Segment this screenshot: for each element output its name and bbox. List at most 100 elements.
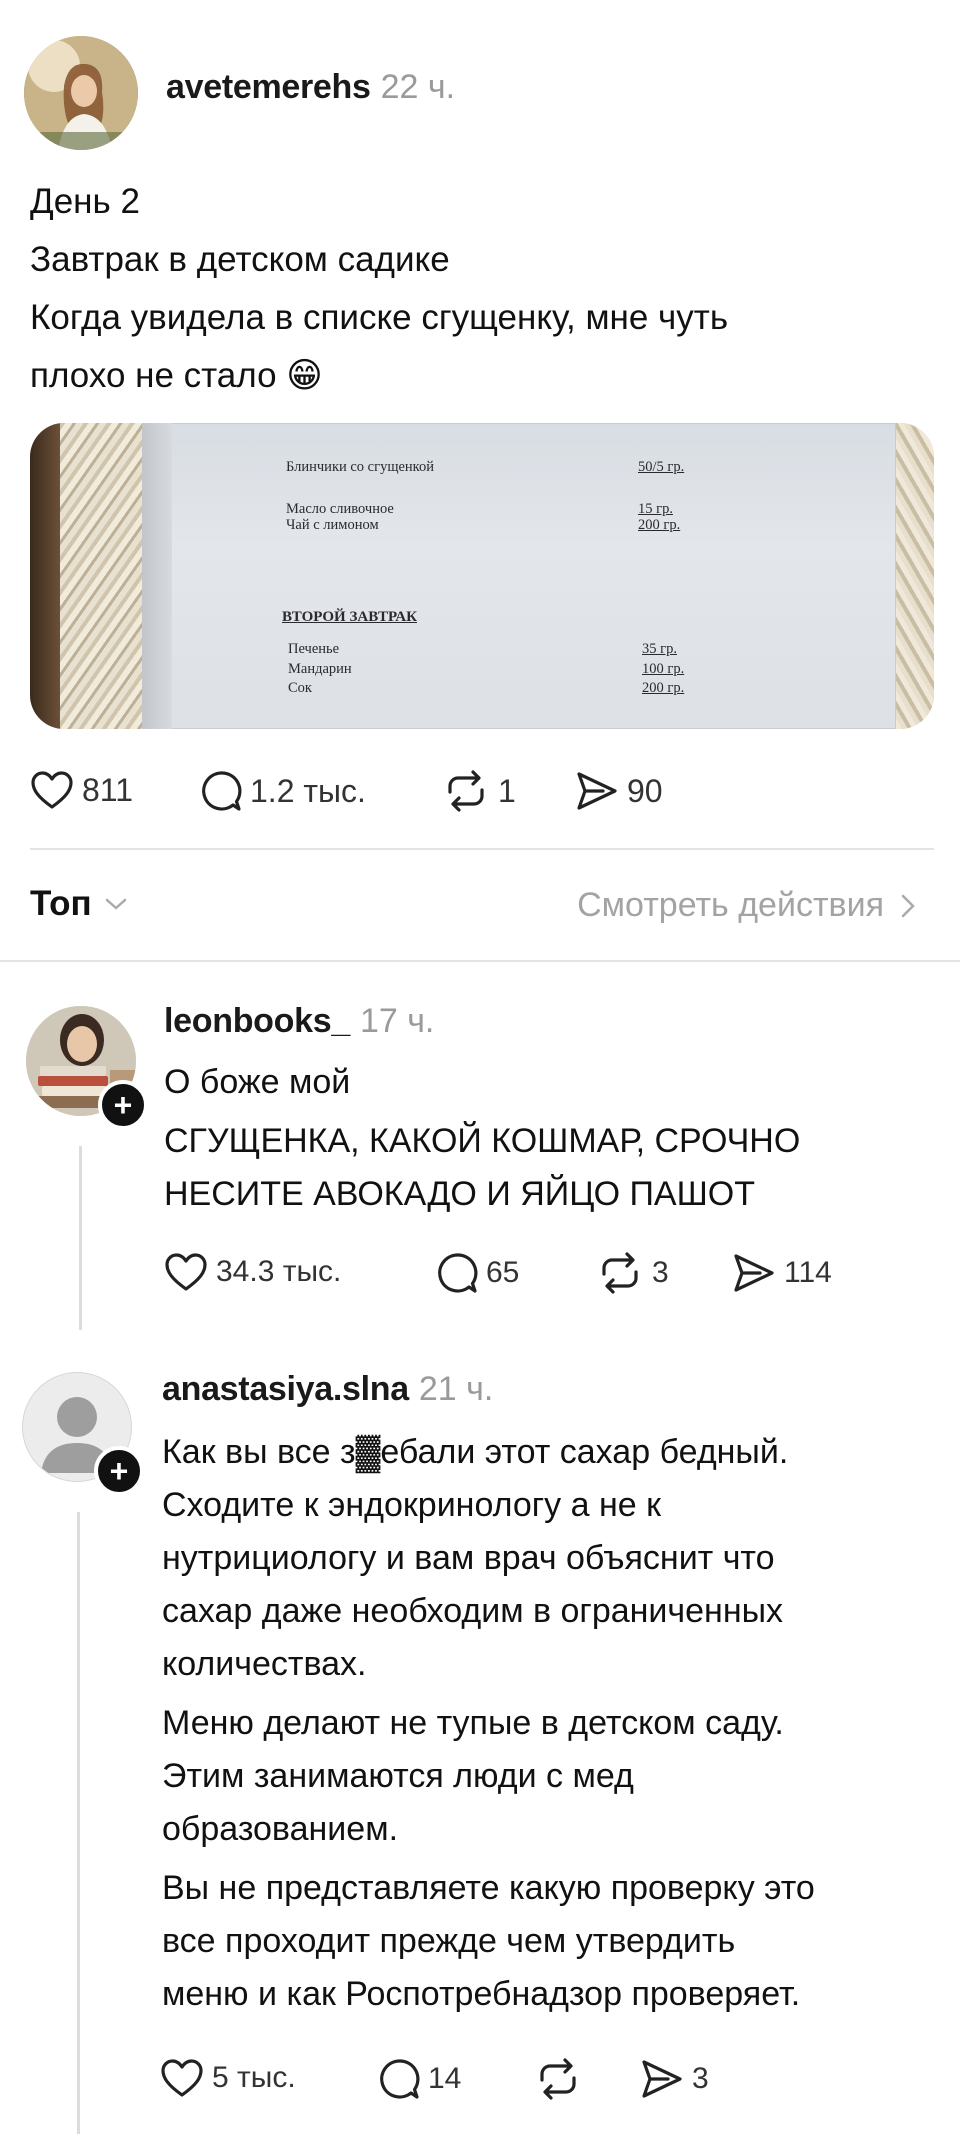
heart-icon: [165, 1253, 207, 1291]
avatar-photo-icon: [24, 36, 138, 150]
post-text-line: Завтрак в детском садике: [30, 240, 450, 279]
share-button[interactable]: 114: [732, 1252, 832, 1294]
comment-line: НЕСИТЕ АВОКАДО И ЯЙЦО ПАШОТ: [164, 1175, 755, 1213]
repost-count: 1: [498, 772, 516, 809]
post-text-line: плохо не стало 😁: [30, 356, 323, 395]
divider: [30, 848, 934, 850]
thread-line: [77, 1512, 80, 2134]
follow-plus-button[interactable]: +: [94, 1446, 144, 1496]
thread-line: [79, 1146, 82, 1330]
comment-actions: 34.3 тыс. 65 3 114: [164, 1248, 944, 1304]
sort-dropdown[interactable]: Топ: [30, 884, 128, 924]
menu-amount: 50/5 гр.: [638, 459, 685, 475]
repost-button[interactable]: 3: [596, 1252, 669, 1294]
like-button[interactable]: 811: [30, 770, 133, 810]
menu-item: Мандарин: [288, 661, 352, 677]
comment-line: меню и как Роспотребнадзор проверяет.: [162, 1975, 801, 2013]
post-text-line: Когда увидела в списке сгущенку, мне чут…: [30, 298, 729, 337]
chevron-right-icon: [901, 894, 915, 917]
comment-icon: [380, 2059, 420, 2099]
comment-username[interactable]: anastasiya.slna: [162, 1370, 409, 1408]
repost-button[interactable]: 1: [442, 770, 516, 812]
repost-count: 3: [652, 1256, 669, 1289]
like-button[interactable]: 5 тыс.: [160, 2058, 296, 2098]
repost-icon: [540, 2058, 576, 2100]
share-count: 114: [784, 1256, 832, 1289]
comment-header: leonbooks_ 17 ч.: [164, 1002, 434, 1041]
post-username[interactable]: avetemerehs: [166, 68, 371, 106]
like-count: 5 тыс.: [212, 2061, 296, 2094]
comment-line: образованием.: [162, 1810, 399, 1848]
plus-icon: +: [113, 1087, 133, 1123]
share-icon: [642, 2060, 682, 2098]
share-button[interactable]: 3: [640, 2058, 709, 2100]
menu-item: Чай с лимоном: [286, 517, 379, 533]
sheet-fold: [142, 423, 172, 729]
comment-time: 17 ч.: [359, 1002, 435, 1040]
comment-line: Как вы все з▓ебали этот сахар бедный.: [162, 1433, 789, 1471]
post-text-line: День 2: [30, 182, 140, 221]
post-text: День 2 Завтрак в детском садике Когда ув…: [30, 173, 930, 405]
comment-button[interactable]: 1.2 тыс.: [200, 770, 366, 812]
see-actions-link[interactable]: Смотреть действия: [577, 886, 916, 925]
comment-actions: 5 тыс. 14 3: [160, 2054, 940, 2110]
like-button[interactable]: 34.3 тыс.: [164, 1252, 341, 1292]
chevron-down-icon: [105, 898, 126, 910]
comment-line: сахар даже необходим в ограниченных: [162, 1592, 784, 1630]
comment-username[interactable]: leonbooks_: [164, 1002, 350, 1040]
menu-amount: 35 гр.: [642, 641, 677, 657]
menu-section-title: ВТОРОЙ ЗАВТРАК: [282, 609, 417, 625]
post-header: avetemerehs 22 ч.: [166, 68, 455, 107]
comment-line: СГУЩЕНКА, КАКОЙ КОШМАР, СРОЧНО: [164, 1122, 801, 1160]
plus-icon: +: [109, 1453, 129, 1489]
comment-line: Вы не представляете какую проверку это: [162, 1869, 815, 1907]
sort-label: Топ: [30, 884, 92, 923]
share-icon: [577, 772, 617, 810]
menu-amount: 200 гр.: [642, 680, 685, 696]
comment-line: нутрициологу и вам врач объяснит что: [162, 1539, 775, 1577]
comment-line: все проходит прежде чем утвердить: [162, 1922, 736, 1960]
comment-icon: [202, 771, 242, 811]
divider: [0, 960, 960, 962]
share-icon: [734, 1254, 774, 1292]
comment-line: количествах.: [162, 1645, 367, 1683]
follow-plus-button[interactable]: +: [98, 1080, 148, 1130]
post-image[interactable]: Блинчики со сгущенкой 50/5 гр. Масло сли…: [30, 423, 934, 729]
menu-item: Печенье: [288, 641, 340, 657]
wall-shadow-left: [30, 423, 60, 729]
like-count: 34.3 тыс.: [216, 1255, 342, 1288]
post-author-avatar[interactable]: [24, 36, 138, 150]
heart-icon: [31, 771, 73, 809]
post-time: 22 ч.: [380, 68, 456, 106]
comment-line: Меню делают не тупые в детском саду.: [162, 1704, 784, 1742]
see-actions-label: Смотреть действия: [577, 886, 884, 924]
comment-header: anastasiya.slna 21 ч.: [162, 1370, 493, 1409]
share-count: 90: [627, 772, 663, 809]
post-actions: 811 1.2 тыс. 1 90: [30, 764, 930, 820]
repost-button[interactable]: [534, 2058, 590, 2100]
comment-line: Этим занимаются люди с мед: [162, 1757, 634, 1795]
comment-line: Сходите к эндокринологу а не к: [162, 1486, 661, 1524]
menu-amount: 100 гр.: [642, 661, 685, 677]
menu-sheet: Блинчики со сгущенкой 50/5 гр. Масло сли…: [142, 423, 896, 729]
comment-button[interactable]: 65: [436, 1252, 519, 1294]
like-count: 811: [82, 771, 134, 808]
repost-icon: [602, 1252, 638, 1294]
comment-count: 65: [486, 1256, 520, 1289]
menu-amount: 15 гр.: [638, 501, 673, 517]
comment-line: О боже мой: [164, 1063, 351, 1101]
comment-count: 1.2 тыс.: [250, 772, 366, 809]
menu-item: Сок: [288, 680, 312, 696]
share-button[interactable]: 90: [575, 770, 663, 812]
menu-item: Блинчики со сгущенкой: [286, 459, 434, 475]
comment-button[interactable]: 14: [378, 2058, 461, 2100]
comment-count: 14: [428, 2062, 462, 2095]
repost-icon: [448, 770, 484, 812]
comment-icon: [438, 1253, 478, 1293]
comment-text: О боже мой СГУЩЕНКА, КАКОЙ КОШМАР, СРОЧН…: [164, 1056, 944, 1221]
menu-item: Масло сливочное: [286, 501, 394, 517]
menu-amount: 200 гр.: [638, 517, 681, 533]
heart-icon: [161, 2059, 203, 2097]
comment-time: 21 ч.: [418, 1370, 494, 1408]
comment-text: Как вы все з▓ебали этот сахар бедный. Сх…: [162, 1426, 952, 2021]
